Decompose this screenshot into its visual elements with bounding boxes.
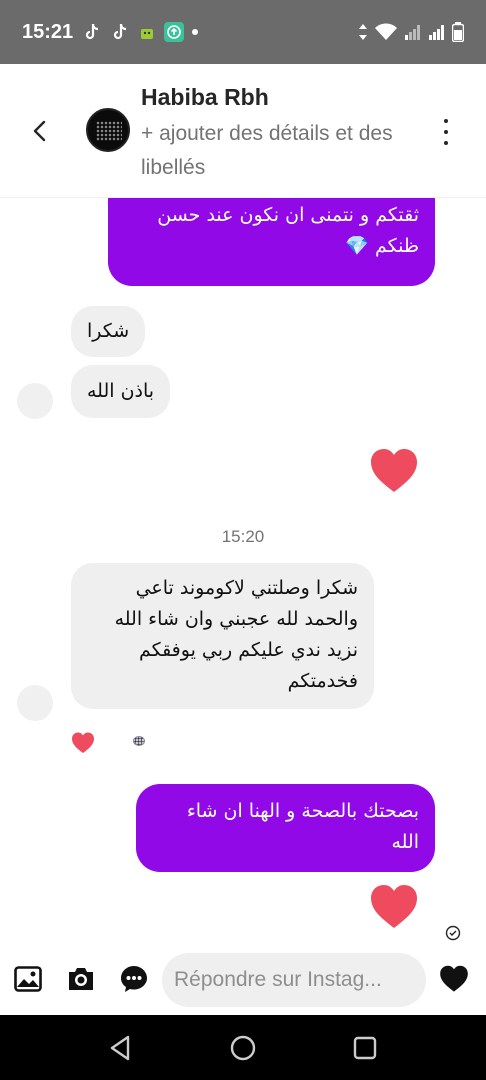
seen-check-icon	[445, 925, 461, 941]
outgoing-message[interactable]: بصحتك بالصحة و الهنا ان شاء الله	[136, 784, 435, 872]
status-icons-right	[358, 22, 464, 42]
heart-icon[interactable]	[369, 448, 419, 494]
chat-header: Habiba Rbh + ajouter des détails et des …	[0, 64, 486, 198]
like-button[interactable]	[438, 963, 470, 995]
chat-sticker-icon	[121, 966, 147, 992]
message-thread[interactable]: ثقتكم و نتمنى ان نكون عند حسن ظنكم 💎 شكر…	[0, 198, 486, 943]
message-line: الله	[391, 831, 419, 853]
vertical-ellipsis-icon	[444, 119, 448, 123]
reaction-avatar	[133, 736, 145, 746]
gallery-icon	[14, 966, 42, 992]
battery-icon	[452, 22, 464, 42]
incoming-message[interactable]: شكرا وصلتني لاكوموند تاعي والحمد لله عجب…	[71, 563, 374, 709]
tiktok-icon	[86, 23, 99, 40]
avatar[interactable]	[86, 108, 130, 152]
camera-icon	[69, 968, 93, 990]
contact-name[interactable]: Habiba Rbh	[141, 84, 269, 111]
outgoing-message[interactable]: ثقتكم و نتمنى ان نكون عند حسن ظنكم 💎	[108, 198, 435, 286]
more-options-button[interactable]	[436, 119, 456, 145]
message-line: ثقتكم و نتمنى ان نكون عند حسن	[157, 204, 419, 226]
gallery-button[interactable]	[12, 963, 44, 995]
sticker-chat-button[interactable]	[118, 963, 150, 995]
composer-bar: Répondre sur Instag...	[0, 943, 486, 1015]
status-bar: 15:21	[0, 0, 486, 64]
incoming-message[interactable]: باذن الله	[71, 365, 171, 418]
message-line: فخدمتكم	[287, 670, 358, 692]
recents-square-icon[interactable]	[350, 1033, 380, 1063]
signal-icon	[405, 25, 420, 40]
data-arrows-icon	[359, 24, 367, 40]
back-triangle-icon[interactable]	[106, 1033, 136, 1063]
reply-input[interactable]: Répondre sur Instag...	[162, 953, 426, 1007]
message-line: شكرا وصلتني لاكوموند تاعي	[135, 577, 358, 599]
wifi-icon	[375, 23, 397, 40]
timestamp: 15:20	[221, 527, 265, 546]
system-navigation-bar	[0, 1015, 486, 1080]
message-line: بصحتك بالصحة و الهنا ان شاء	[186, 800, 419, 822]
dot-icon	[192, 29, 199, 35]
heart-icon	[440, 965, 468, 992]
message-line: ظنكم 💎	[345, 235, 419, 257]
message-text: باذن الله	[87, 380, 155, 402]
status-time: 15:21	[22, 20, 74, 43]
home-circle-icon[interactable]	[228, 1033, 258, 1063]
signal-icon	[429, 25, 444, 40]
message-line: نزيد ندي عليكم ربي يوفقكم	[138, 639, 358, 661]
sender-avatar[interactable]	[17, 685, 53, 721]
camera-button[interactable]	[65, 963, 97, 995]
chevron-left-icon	[33, 120, 46, 142]
heart-reaction-icon[interactable]	[70, 732, 96, 754]
incoming-message[interactable]: شكرا	[71, 306, 146, 357]
tiktok-icon	[114, 23, 127, 40]
android-icon	[141, 29, 154, 39]
upload-app-icon	[164, 22, 185, 42]
status-icons-left	[81, 21, 199, 43]
heart-icon[interactable]	[369, 884, 419, 930]
message-line: والحمد لله عجبني وان شاء الله	[114, 608, 358, 630]
message-text: شكرا	[87, 320, 130, 342]
sender-avatar[interactable]	[17, 383, 53, 419]
back-button[interactable]	[26, 116, 52, 146]
add-details-link[interactable]: + ajouter des détails et des libellés	[141, 117, 421, 185]
